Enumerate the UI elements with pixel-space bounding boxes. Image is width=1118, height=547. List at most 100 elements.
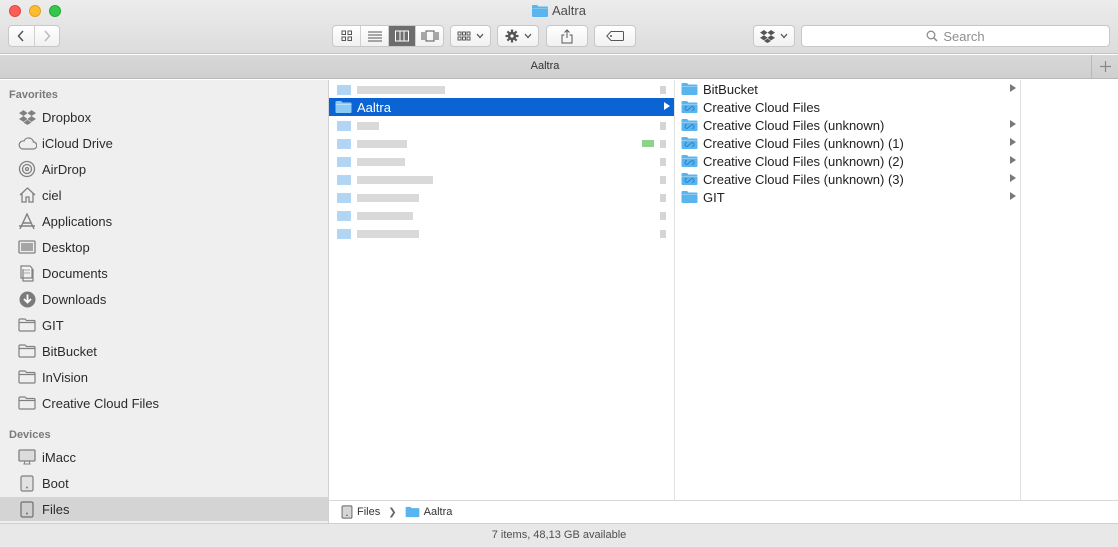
title-bar: Aaltra Search — [0, 0, 1118, 54]
list-item-creative-cloud-files-unknown-1[interactable]: Creative Cloud Files (unknown) (1) — [675, 134, 1020, 152]
sidebar-item-label: Applications — [42, 213, 113, 229]
downloads-icon — [17, 290, 37, 308]
list-item-creative-cloud-files-unknown-2[interactable]: Creative Cloud Files (unknown) (2) — [675, 152, 1020, 170]
list-item-label: Aaltra — [357, 99, 391, 115]
sidebar-item-label: InVision — [42, 369, 89, 385]
forward-button[interactable] — [33, 26, 59, 46]
icon-view-button[interactable] — [333, 26, 360, 46]
tags-button[interactable] — [594, 25, 636, 47]
sidebar-item-creative-cloud-files[interactable]: Creative Cloud Files — [0, 391, 328, 415]
desktop-icon — [17, 238, 37, 256]
tag-icon — [606, 31, 624, 41]
folder-icon — [532, 4, 549, 20]
list-item[interactable] — [335, 155, 670, 169]
sidebar-item-git[interactable]: GIT — [0, 313, 328, 337]
sidebar-item-label: Creative Cloud Files — [42, 395, 160, 411]
list-item-git[interactable]: GIT — [675, 188, 1020, 206]
sidebar-item-label: Desktop — [42, 239, 90, 255]
list-view-button[interactable] — [360, 26, 388, 46]
search-icon — [926, 30, 938, 42]
list-item[interactable] — [335, 227, 670, 241]
sidebar-item-label: iMacc — [42, 449, 76, 465]
navigation-buttons — [8, 25, 60, 47]
creative-cloud-folder-icon — [681, 173, 698, 185]
action-button[interactable] — [497, 25, 539, 47]
disclosure-arrow-icon — [1010, 138, 1016, 146]
cover-flow-icon — [421, 30, 439, 42]
sidebar-item-label: iCloud Drive — [42, 135, 113, 151]
tab-aaltra[interactable]: Aaltra — [0, 60, 1090, 72]
search-input[interactable]: Search — [801, 25, 1110, 47]
list-item-aaltra[interactable]: Aaltra — [329, 98, 674, 116]
status-bar: 7 items, 48,13 GB available — [0, 523, 1118, 547]
list-item-label: BitBucket — [703, 81, 758, 97]
list-item[interactable] — [335, 209, 670, 223]
disclosure-arrow-icon — [664, 102, 670, 110]
airdrop-icon — [17, 160, 37, 178]
sidebar-item-invision[interactable]: InVision — [0, 365, 328, 389]
column-3 — [1021, 80, 1118, 500]
list-item[interactable] — [335, 119, 670, 133]
dropbox-menu-button[interactable] — [753, 25, 795, 47]
list-item-label: GIT — [703, 189, 725, 205]
path-segment-aaltra[interactable]: Aaltra — [424, 506, 453, 518]
chevron-left-icon — [17, 30, 25, 42]
sidebar-item-boot[interactable]: Boot — [0, 471, 328, 495]
list-item-label: Creative Cloud Files (unknown) (3) — [703, 171, 904, 187]
sidebar-item-dropbox[interactable]: Dropbox — [0, 105, 328, 129]
sidebar-item-label: Files — [42, 501, 70, 517]
column-view-button[interactable] — [387, 26, 416, 46]
sidebar-item-files[interactable]: Files — [0, 497, 328, 521]
cover-flow-view-button[interactable] — [415, 26, 443, 46]
folder-icon — [17, 342, 37, 360]
disclosure-arrow-icon — [1010, 174, 1016, 182]
dropbox-icon — [17, 108, 37, 126]
sidebar-item-label: Dropbox — [42, 109, 92, 125]
folder-icon — [335, 101, 352, 113]
column-2: BitBucket Creative Cloud Files Creative … — [675, 80, 1021, 500]
list-item[interactable] — [335, 191, 670, 205]
arrange-grid-icon — [457, 31, 471, 41]
sidebar-item-documents[interactable]: Documents — [0, 261, 328, 285]
list-item[interactable] — [335, 83, 670, 97]
share-button[interactable] — [546, 25, 588, 47]
window-title: Aaltra — [0, 3, 1118, 20]
share-icon — [561, 28, 573, 43]
folder-icon — [17, 394, 37, 412]
creative-cloud-folder-icon — [681, 119, 698, 131]
disclosure-arrow-icon — [1010, 84, 1016, 92]
disk-icon — [17, 500, 37, 518]
columns-icon — [395, 30, 410, 42]
sidebar-item-airdrop[interactable]: AirDrop — [0, 157, 328, 181]
documents-icon — [17, 264, 37, 282]
sidebar-item-label: GIT — [42, 317, 64, 333]
back-button[interactable] — [9, 26, 34, 46]
imac-icon — [17, 448, 37, 466]
sidebar-item-imacc[interactable]: iMacc — [0, 445, 328, 469]
list-item-bitbucket[interactable]: BitBucket — [675, 80, 1020, 98]
sidebar-item-applications[interactable]: Applications — [0, 209, 328, 233]
creative-cloud-folder-icon — [681, 155, 698, 167]
path-segment-files[interactable]: Files — [357, 506, 380, 518]
creative-cloud-folder-icon — [681, 137, 698, 149]
folder-icon — [405, 506, 420, 518]
list-item[interactable] — [335, 137, 670, 151]
arrange-button[interactable] — [450, 25, 491, 47]
new-tab-button[interactable] — [1091, 55, 1118, 78]
list-item-label: Creative Cloud Files (unknown) — [703, 117, 885, 133]
tab-bar: Aaltra — [0, 55, 1118, 79]
list-item-creative-cloud-files-unknown-3[interactable]: Creative Cloud Files (unknown) (3) — [675, 170, 1020, 188]
sidebar-item-desktop[interactable]: Desktop — [0, 235, 328, 259]
list-item-creative-cloud-files-unknown[interactable]: Creative Cloud Files (unknown) — [675, 116, 1020, 134]
sidebar-item-bitbucket[interactable]: BitBucket — [0, 339, 328, 363]
list-icon — [367, 31, 382, 42]
sidebar-item-downloads[interactable]: Downloads — [0, 287, 328, 311]
list-item-creative-cloud-files[interactable]: Creative Cloud Files — [675, 98, 1020, 116]
sidebar-item-ciel[interactable]: ciel — [0, 183, 328, 207]
folder-icon — [17, 368, 37, 386]
sidebar-item-label: AirDrop — [42, 161, 87, 177]
list-item[interactable] — [335, 173, 670, 187]
chevron-right-icon — [44, 30, 51, 42]
sidebar-item-label: ciel — [42, 187, 62, 203]
sidebar-item-icloud-drive[interactable]: iCloud Drive — [0, 131, 328, 155]
